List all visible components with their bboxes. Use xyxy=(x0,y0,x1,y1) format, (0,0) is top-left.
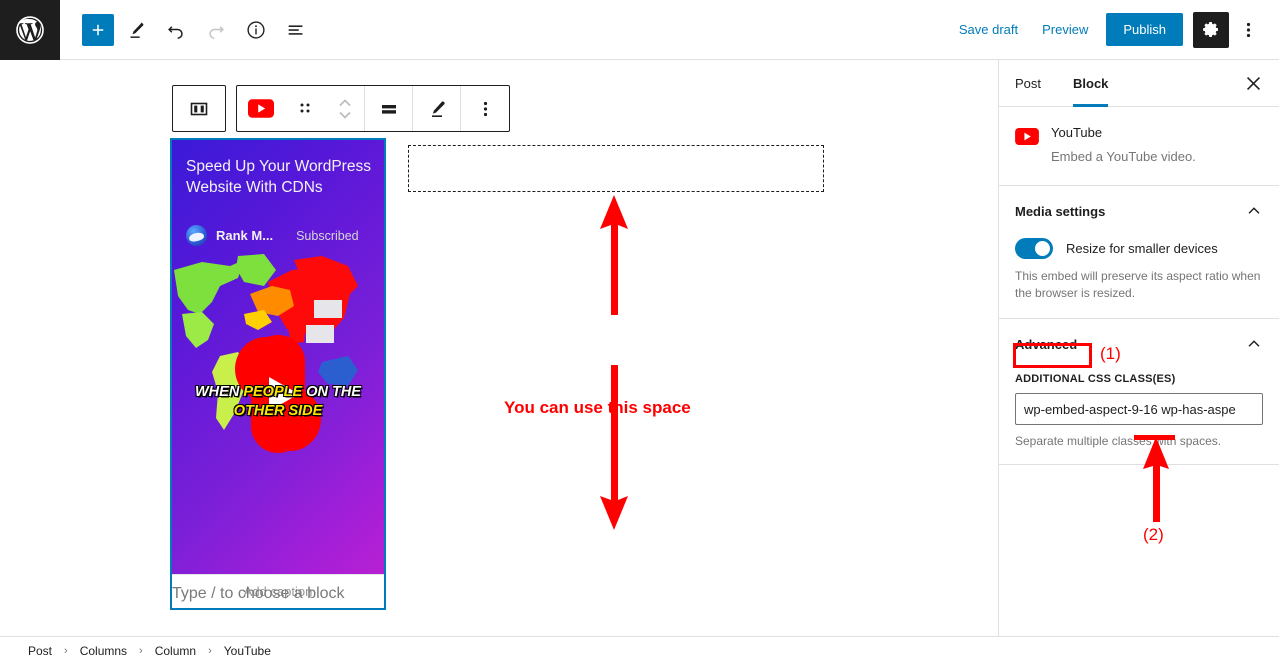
video-channel-row: Rank M... Subscribed xyxy=(186,225,359,246)
video-title: Speed Up Your WordPress Website With CDN… xyxy=(186,158,371,196)
block-title: YouTube xyxy=(1051,125,1103,140)
annotation-marker-one: (1) xyxy=(1100,344,1121,363)
wordpress-block-editor: Save draft Preview Publish Speed Up Your… xyxy=(0,0,1279,664)
undo-button[interactable] xyxy=(158,12,194,48)
overlay-text-part-2: PEOPLE xyxy=(243,384,303,400)
youtube-block-type-icon[interactable] xyxy=(237,86,285,131)
breadcrumb: Post › Columns › Column › YouTube xyxy=(0,636,1279,664)
select-parent-columns-block-button[interactable] xyxy=(173,86,225,131)
css-classes-field-label: ADDITIONAL CSS CLASS(ES) xyxy=(1015,373,1176,385)
align-wide-button[interactable] xyxy=(365,86,413,131)
redo-button[interactable] xyxy=(198,12,234,48)
overlay-text-part-1: WHEN xyxy=(195,384,244,400)
preview-button[interactable]: Preview xyxy=(1030,14,1100,45)
block-description: Embed a YouTube video. xyxy=(1051,149,1196,164)
top-bar-left-tools xyxy=(60,12,314,48)
overlay-text-part-3: ON THE xyxy=(302,384,361,400)
media-settings-header[interactable]: Media settings xyxy=(1015,202,1263,220)
settings-gear-button[interactable] xyxy=(1193,11,1229,48)
channel-name: Rank M... xyxy=(216,228,274,243)
paragraph-block-placeholder[interactable]: Type / to choose a block xyxy=(172,585,345,603)
editor-top-bar: Save draft Preview Publish xyxy=(0,0,1279,60)
sidebar-tabs: Post Block xyxy=(999,60,1279,107)
resize-toggle-label: Resize for smaller devices xyxy=(1066,241,1218,256)
youtube-embed-block[interactable]: Speed Up Your WordPress Website With CDN… xyxy=(170,138,386,610)
move-up-down-chevrons-icon[interactable] xyxy=(325,86,365,131)
more-options-button[interactable] xyxy=(1231,12,1265,48)
chevron-up-icon[interactable] xyxy=(1245,202,1263,220)
chevron-up-icon[interactable] xyxy=(1245,335,1263,353)
annotation-arrow-down xyxy=(600,365,628,530)
close-sidebar-button[interactable] xyxy=(1235,65,1271,101)
advanced-header[interactable]: Advanced xyxy=(1015,335,1263,353)
overlay-text-part-4: OTHER SIDE xyxy=(233,403,323,419)
annotation-arrow-up xyxy=(600,195,628,315)
tab-block[interactable]: Block xyxy=(1057,60,1124,107)
media-settings-title: Media settings xyxy=(1015,203,1106,219)
annotation-marker-two: (2) xyxy=(1143,525,1164,544)
breadcrumb-item-youtube[interactable]: YouTube xyxy=(220,642,275,660)
breadcrumb-item-columns[interactable]: Columns xyxy=(76,642,131,660)
advanced-title: Advanced xyxy=(1015,336,1078,352)
resize-for-smaller-devices-toggle[interactable] xyxy=(1015,238,1053,259)
details-info-button[interactable] xyxy=(238,12,274,48)
editor-canvas: Speed Up Your WordPress Website With CDN… xyxy=(0,60,998,636)
parent-block-toolbar-group xyxy=(172,85,226,132)
add-block-button[interactable] xyxy=(82,13,114,46)
annotation-arrow-to-css-field xyxy=(1143,437,1169,522)
drag-handle-dots-icon[interactable] xyxy=(285,86,325,131)
breadcrumb-separator: › xyxy=(208,644,212,657)
additional-css-classes-input[interactable] xyxy=(1015,393,1263,425)
media-settings-panel: Media settings Resize for smaller device… xyxy=(999,186,1279,319)
breadcrumb-item-column[interactable]: Column xyxy=(151,642,200,660)
media-settings-help-text: This embed will preserve its aspect rati… xyxy=(1015,269,1261,300)
video-thumbnail[interactable]: Speed Up Your WordPress Website With CDN… xyxy=(172,140,384,608)
list-view-button[interactable] xyxy=(278,12,314,48)
subscribed-badge: Subscribed xyxy=(296,228,359,243)
top-bar-right-actions: Save draft Preview Publish xyxy=(947,11,1279,48)
block-settings-sidebar: Post Block YouTube Embed a YouTube video… xyxy=(998,60,1279,636)
wordpress-logo-icon[interactable] xyxy=(0,0,60,60)
block-settings-toolbar-group xyxy=(236,85,510,132)
block-more-options-button[interactable] xyxy=(461,86,509,131)
breadcrumb-item-post[interactable]: Post xyxy=(24,642,56,660)
publish-button[interactable]: Publish xyxy=(1106,13,1183,46)
youtube-icon xyxy=(1015,124,1039,148)
breadcrumb-separator: › xyxy=(64,644,68,657)
breadcrumb-separator: › xyxy=(139,644,143,657)
tab-post[interactable]: Post xyxy=(999,60,1057,106)
block-info-card: YouTube Embed a YouTube video. xyxy=(999,107,1279,186)
resize-toggle-row: Resize for smaller devices xyxy=(1015,238,1263,259)
block-toolbar xyxy=(172,85,510,132)
save-draft-button[interactable]: Save draft xyxy=(947,14,1030,45)
channel-avatar xyxy=(186,225,207,246)
edit-pencil-button[interactable] xyxy=(413,86,461,131)
video-overlay-text: WHEN PEOPLE ON THE OTHER SIDE xyxy=(172,383,384,421)
tools-pencil-button[interactable] xyxy=(118,12,154,48)
block-info-text: YouTube Embed a YouTube video. xyxy=(1051,123,1196,167)
empty-column-placeholder[interactable] xyxy=(408,145,824,192)
